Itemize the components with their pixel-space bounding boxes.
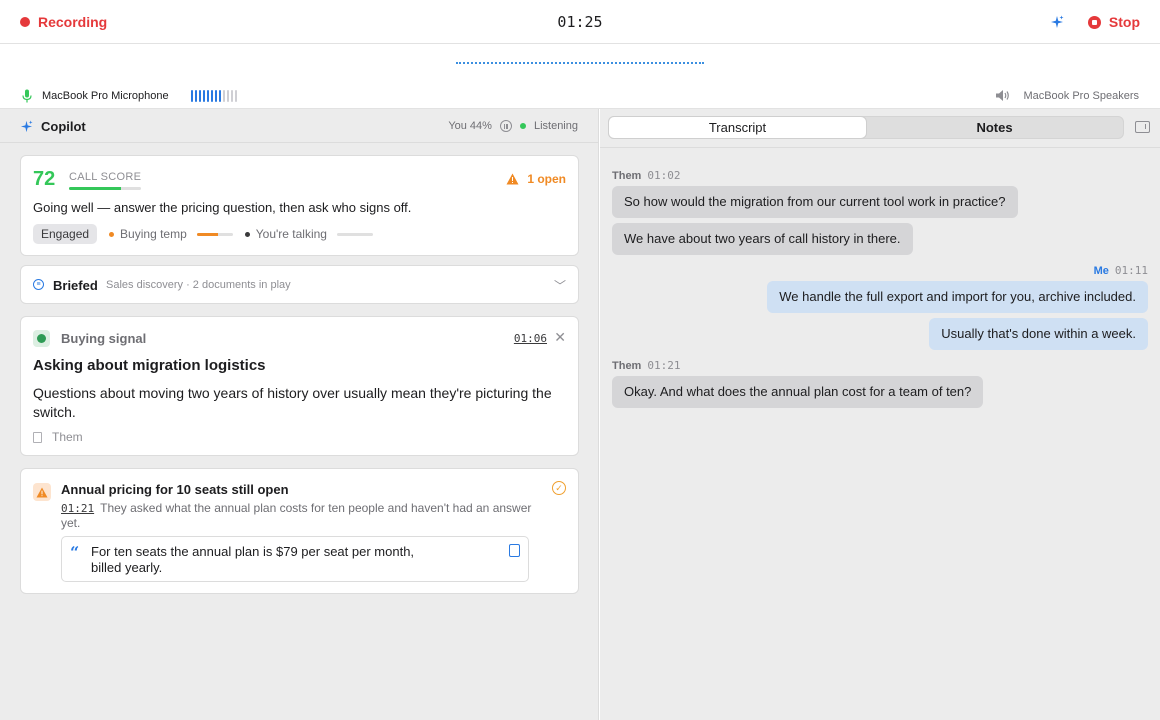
listening-dot-icon bbox=[519, 123, 526, 129]
record-dot-icon bbox=[20, 17, 30, 27]
open-items-count: 1 open bbox=[527, 172, 566, 186]
call-score-card: 72 CALL SCORE 1 open Going well — answer… bbox=[20, 155, 579, 256]
message-bubble: Okay. And what does the annual plan cost… bbox=[612, 376, 984, 408]
audio-devices-bar: MacBook Pro Microphone MacBook Pro Speak… bbox=[0, 44, 1160, 109]
ai-sparkle-button[interactable] bbox=[1048, 13, 1066, 31]
speaker-name: Them bbox=[612, 170, 642, 182]
sidebar-toggle-icon[interactable] bbox=[1135, 121, 1150, 133]
talking-meter: You're talking bbox=[244, 227, 373, 241]
talking-label: You're talking bbox=[255, 227, 327, 241]
transcript-speaker-line: Me 01:11 bbox=[612, 264, 1148, 277]
briefed-title: Briefed bbox=[53, 278, 98, 293]
tab-notes[interactable]: Notes bbox=[866, 117, 1123, 138]
signal-title: Asking about migration logistics bbox=[33, 357, 266, 374]
buying-temp-meter: Buying temp bbox=[109, 227, 233, 241]
briefed-icon: ≡ bbox=[33, 279, 44, 290]
message-timestamp: 01:02 bbox=[647, 169, 681, 182]
tab-transcript[interactable]: Transcript bbox=[609, 117, 866, 138]
talking-dot-icon bbox=[244, 231, 250, 237]
warning-icon bbox=[33, 483, 51, 501]
buying-signal-icon bbox=[33, 330, 50, 347]
open-question-timestamp-link[interactable]: 01:21 bbox=[61, 502, 94, 515]
call-timer: 01:25 bbox=[557, 13, 603, 31]
stop-button[interactable]: Stop bbox=[1087, 14, 1140, 30]
open-items-badge[interactable]: 1 open bbox=[506, 172, 566, 186]
message-bubble: Usually that's done within a week. bbox=[929, 318, 1148, 350]
suggested-answer: “ For ten seats the annual plan is $79 p… bbox=[61, 536, 529, 582]
document-icon bbox=[33, 431, 42, 443]
transcript-speaker-line: Them 01:21 bbox=[612, 359, 1148, 372]
close-icon[interactable]: ✕ bbox=[554, 329, 566, 346]
signal-source: Them bbox=[52, 430, 83, 444]
speaker-name: Them bbox=[612, 360, 642, 372]
microphone-icon bbox=[22, 89, 32, 103]
call-score-label: CALL SCORE bbox=[69, 171, 142, 183]
copy-icon[interactable] bbox=[509, 544, 520, 557]
open-question-description: 01:21 They asked what the annual plan cos… bbox=[61, 501, 541, 531]
suggested-answer-text: For ten seats the annual plan is $79 per… bbox=[91, 544, 415, 575]
open-question-card: Annual pricing for 10 seats still open ✓… bbox=[20, 468, 579, 594]
quote-icon: “ bbox=[70, 543, 80, 562]
message-bubble: We have about two years of call history … bbox=[612, 223, 913, 255]
mark-resolved-check-icon[interactable]: ✓ bbox=[552, 481, 566, 495]
message-timestamp: 01:21 bbox=[647, 359, 681, 372]
signal-timestamp-link[interactable]: 01:06 bbox=[514, 332, 547, 345]
speaker-name: MacBook Pro Speakers bbox=[1023, 89, 1139, 102]
transcript-speaker-line: Them 01:02 bbox=[612, 169, 1148, 182]
transcript-group: Me 01:11 We handle the full export and imp… bbox=[612, 264, 1148, 355]
recording-indicator: Recording bbox=[20, 14, 107, 30]
sparkle-icon bbox=[20, 120, 33, 133]
call-score-summary: Going well — answer the pricing question… bbox=[33, 200, 412, 215]
message-timestamp: 01:11 bbox=[1114, 264, 1148, 277]
top-bar: Recording 01:25 Stop bbox=[0, 0, 1160, 44]
listening-status: Listening bbox=[533, 120, 578, 132]
buying-temp-label: Buying temp bbox=[120, 227, 187, 241]
message-bubble: So how would the migration from our curr… bbox=[612, 186, 1018, 218]
recording-label: Recording bbox=[38, 14, 108, 30]
transcript-group: Them 01:21 Okay. And what does the annual … bbox=[612, 359, 1148, 413]
speaker-name: Me bbox=[1093, 265, 1109, 277]
microphone-selector[interactable]: MacBook Pro Microphone bbox=[22, 89, 237, 103]
speaker-selector[interactable]: MacBook Pro Speakers bbox=[995, 89, 1139, 102]
buying-signal-card: Buying signal 01:06 ✕ Asking about migra… bbox=[20, 316, 579, 456]
talk-share: You 44% bbox=[448, 120, 492, 132]
transcript-panel: Transcript Notes Them 01:02 So how would t… bbox=[600, 109, 1160, 720]
signal-body: Questions about moving two years of hist… bbox=[33, 385, 552, 420]
open-question-title: Annual pricing for 10 seats still open bbox=[61, 482, 289, 497]
transcript-group: Them 01:02 So how would the migration from… bbox=[612, 169, 1148, 260]
chevron-down-icon: ﹀ bbox=[553, 279, 566, 293]
copilot-title: Copilot bbox=[41, 119, 86, 134]
pause-icon[interactable] bbox=[499, 120, 512, 132]
mood-chip: Engaged bbox=[33, 224, 98, 244]
stop-label: Stop bbox=[1108, 14, 1140, 30]
waveform bbox=[456, 62, 704, 64]
briefed-subtitle: Sales discovery · 2 documents in play bbox=[106, 279, 291, 291]
briefed-card[interactable]: ≡ Briefed Sales discovery · 2 documents … bbox=[20, 265, 579, 304]
speaker-icon bbox=[996, 90, 1010, 101]
call-score-value: 72 bbox=[33, 168, 56, 190]
mic-level-meter bbox=[190, 90, 237, 102]
copilot-header: Copilot You 44% Listening bbox=[0, 109, 598, 143]
call-score-bar bbox=[69, 187, 141, 190]
view-segmented-control: Transcript Notes bbox=[608, 116, 1124, 139]
message-bubble: We handle the full export and import for… bbox=[767, 281, 1148, 313]
stop-icon bbox=[1087, 15, 1101, 29]
sparkle-icon bbox=[1050, 15, 1064, 28]
warning-icon bbox=[506, 173, 519, 185]
open-question-text: They asked what the annual plan costs fo… bbox=[61, 501, 532, 530]
microphone-name: MacBook Pro Microphone bbox=[42, 90, 169, 102]
copilot-panel: Copilot You 44% Listening 72 CALL SCORE … bbox=[0, 109, 599, 720]
signal-type: Buying signal bbox=[61, 331, 147, 346]
buying-temp-dot-icon bbox=[109, 231, 115, 237]
